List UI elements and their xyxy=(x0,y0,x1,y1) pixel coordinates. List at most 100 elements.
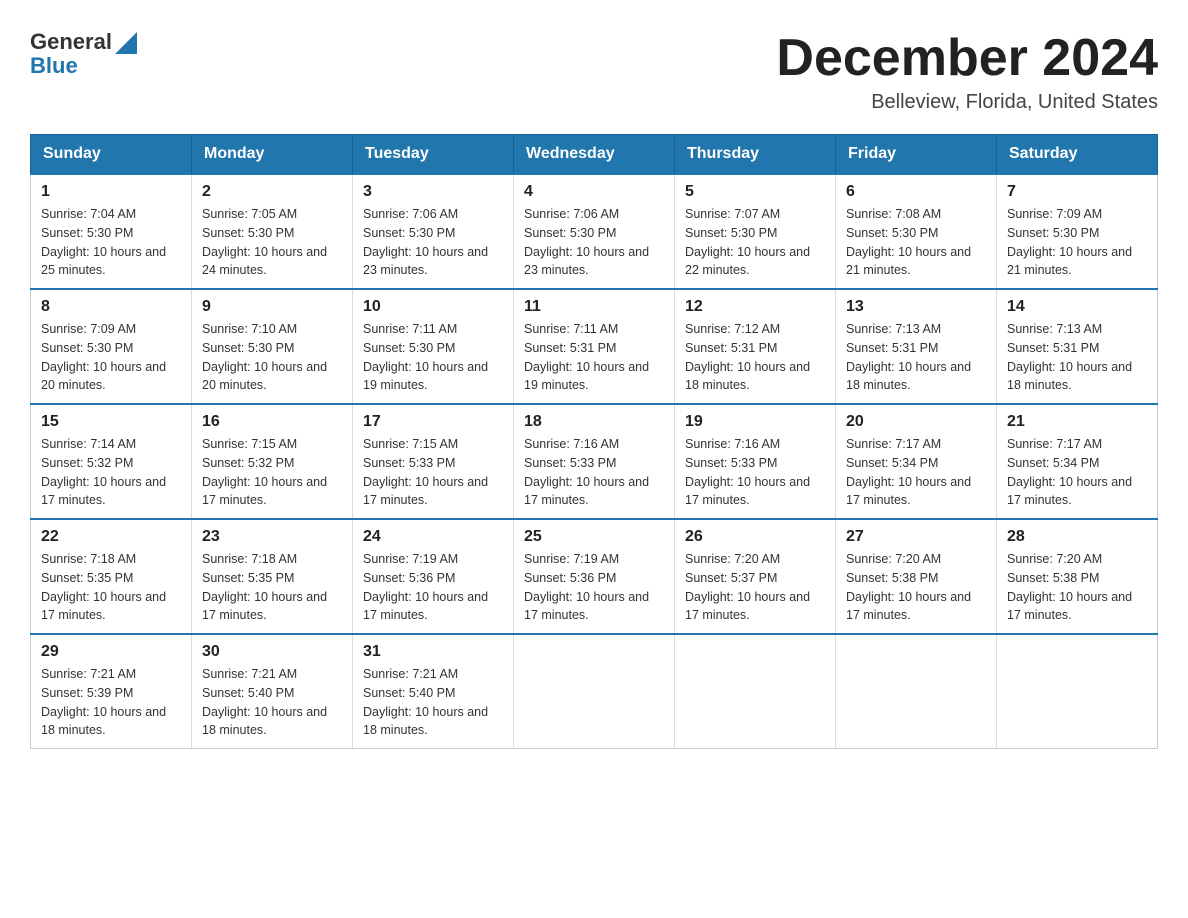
day-number: 14 xyxy=(1007,298,1147,316)
day-info: Sunrise: 7:09 AM Sunset: 5:30 PM Dayligh… xyxy=(1007,205,1147,280)
logo-text-general: General xyxy=(30,30,112,54)
calendar-cell: 1 Sunrise: 7:04 AM Sunset: 5:30 PM Dayli… xyxy=(31,174,192,289)
calendar-cell: 4 Sunrise: 7:06 AM Sunset: 5:30 PM Dayli… xyxy=(514,174,675,289)
calendar-cell: 10 Sunrise: 7:11 AM Sunset: 5:30 PM Dayl… xyxy=(353,289,514,404)
calendar-cell: 5 Sunrise: 7:07 AM Sunset: 5:30 PM Dayli… xyxy=(675,174,836,289)
day-info: Sunrise: 7:15 AM Sunset: 5:32 PM Dayligh… xyxy=(202,435,342,510)
calendar-cell: 26 Sunrise: 7:20 AM Sunset: 5:37 PM Dayl… xyxy=(675,519,836,634)
calendar-cell: 23 Sunrise: 7:18 AM Sunset: 5:35 PM Dayl… xyxy=(192,519,353,634)
day-info: Sunrise: 7:06 AM Sunset: 5:30 PM Dayligh… xyxy=(363,205,503,280)
col-header-wednesday: Wednesday xyxy=(514,135,675,175)
logo-triangle-icon xyxy=(115,32,137,54)
calendar-cell xyxy=(997,634,1158,749)
day-info: Sunrise: 7:21 AM Sunset: 5:40 PM Dayligh… xyxy=(363,665,503,740)
title-area: December 2024 Belleview, Florida, United… xyxy=(776,30,1158,114)
calendar-week-row: 15 Sunrise: 7:14 AM Sunset: 5:32 PM Dayl… xyxy=(31,404,1158,519)
day-info: Sunrise: 7:14 AM Sunset: 5:32 PM Dayligh… xyxy=(41,435,181,510)
day-info: Sunrise: 7:16 AM Sunset: 5:33 PM Dayligh… xyxy=(685,435,825,510)
month-title: December 2024 xyxy=(776,30,1158,87)
day-number: 19 xyxy=(685,413,825,431)
calendar-cell: 14 Sunrise: 7:13 AM Sunset: 5:31 PM Dayl… xyxy=(997,289,1158,404)
col-header-thursday: Thursday xyxy=(675,135,836,175)
calendar-cell: 30 Sunrise: 7:21 AM Sunset: 5:40 PM Dayl… xyxy=(192,634,353,749)
col-header-friday: Friday xyxy=(836,135,997,175)
day-number: 8 xyxy=(41,298,181,316)
day-number: 1 xyxy=(41,183,181,201)
day-number: 16 xyxy=(202,413,342,431)
day-info: Sunrise: 7:12 AM Sunset: 5:31 PM Dayligh… xyxy=(685,320,825,395)
day-number: 29 xyxy=(41,643,181,661)
calendar-cell: 7 Sunrise: 7:09 AM Sunset: 5:30 PM Dayli… xyxy=(997,174,1158,289)
calendar-week-row: 8 Sunrise: 7:09 AM Sunset: 5:30 PM Dayli… xyxy=(31,289,1158,404)
col-header-tuesday: Tuesday xyxy=(353,135,514,175)
day-info: Sunrise: 7:20 AM Sunset: 5:38 PM Dayligh… xyxy=(846,550,986,625)
location-text: Belleview, Florida, United States xyxy=(776,91,1158,114)
day-number: 6 xyxy=(846,183,986,201)
day-number: 13 xyxy=(846,298,986,316)
calendar-cell xyxy=(836,634,997,749)
calendar-cell: 9 Sunrise: 7:10 AM Sunset: 5:30 PM Dayli… xyxy=(192,289,353,404)
day-number: 27 xyxy=(846,528,986,546)
calendar-cell: 11 Sunrise: 7:11 AM Sunset: 5:31 PM Dayl… xyxy=(514,289,675,404)
calendar-cell: 24 Sunrise: 7:19 AM Sunset: 5:36 PM Dayl… xyxy=(353,519,514,634)
day-number: 5 xyxy=(685,183,825,201)
day-info: Sunrise: 7:13 AM Sunset: 5:31 PM Dayligh… xyxy=(1007,320,1147,395)
day-info: Sunrise: 7:09 AM Sunset: 5:30 PM Dayligh… xyxy=(41,320,181,395)
calendar-cell: 22 Sunrise: 7:18 AM Sunset: 5:35 PM Dayl… xyxy=(31,519,192,634)
day-number: 26 xyxy=(685,528,825,546)
day-info: Sunrise: 7:07 AM Sunset: 5:30 PM Dayligh… xyxy=(685,205,825,280)
day-info: Sunrise: 7:18 AM Sunset: 5:35 PM Dayligh… xyxy=(202,550,342,625)
calendar-table: SundayMondayTuesdayWednesdayThursdayFrid… xyxy=(30,134,1158,749)
calendar-cell xyxy=(675,634,836,749)
day-info: Sunrise: 7:13 AM Sunset: 5:31 PM Dayligh… xyxy=(846,320,986,395)
calendar-cell: 28 Sunrise: 7:20 AM Sunset: 5:38 PM Dayl… xyxy=(997,519,1158,634)
day-number: 20 xyxy=(846,413,986,431)
day-number: 9 xyxy=(202,298,342,316)
calendar-cell: 6 Sunrise: 7:08 AM Sunset: 5:30 PM Dayli… xyxy=(836,174,997,289)
day-info: Sunrise: 7:08 AM Sunset: 5:30 PM Dayligh… xyxy=(846,205,986,280)
calendar-cell: 18 Sunrise: 7:16 AM Sunset: 5:33 PM Dayl… xyxy=(514,404,675,519)
col-header-monday: Monday xyxy=(192,135,353,175)
col-header-saturday: Saturday xyxy=(997,135,1158,175)
day-number: 28 xyxy=(1007,528,1147,546)
calendar-week-row: 29 Sunrise: 7:21 AM Sunset: 5:39 PM Dayl… xyxy=(31,634,1158,749)
calendar-cell: 16 Sunrise: 7:15 AM Sunset: 5:32 PM Dayl… xyxy=(192,404,353,519)
day-info: Sunrise: 7:17 AM Sunset: 5:34 PM Dayligh… xyxy=(846,435,986,510)
calendar-cell: 29 Sunrise: 7:21 AM Sunset: 5:39 PM Dayl… xyxy=(31,634,192,749)
day-info: Sunrise: 7:15 AM Sunset: 5:33 PM Dayligh… xyxy=(363,435,503,510)
calendar-week-row: 1 Sunrise: 7:04 AM Sunset: 5:30 PM Dayli… xyxy=(31,174,1158,289)
day-number: 10 xyxy=(363,298,503,316)
day-info: Sunrise: 7:11 AM Sunset: 5:30 PM Dayligh… xyxy=(363,320,503,395)
day-info: Sunrise: 7:21 AM Sunset: 5:39 PM Dayligh… xyxy=(41,665,181,740)
page-header: General Blue December 2024 Belleview, Fl… xyxy=(30,30,1158,114)
calendar-cell: 12 Sunrise: 7:12 AM Sunset: 5:31 PM Dayl… xyxy=(675,289,836,404)
day-number: 18 xyxy=(524,413,664,431)
calendar-week-row: 22 Sunrise: 7:18 AM Sunset: 5:35 PM Dayl… xyxy=(31,519,1158,634)
day-info: Sunrise: 7:04 AM Sunset: 5:30 PM Dayligh… xyxy=(41,205,181,280)
calendar-cell: 13 Sunrise: 7:13 AM Sunset: 5:31 PM Dayl… xyxy=(836,289,997,404)
day-number: 22 xyxy=(41,528,181,546)
day-info: Sunrise: 7:18 AM Sunset: 5:35 PM Dayligh… xyxy=(41,550,181,625)
calendar-cell xyxy=(514,634,675,749)
day-number: 17 xyxy=(363,413,503,431)
day-info: Sunrise: 7:19 AM Sunset: 5:36 PM Dayligh… xyxy=(363,550,503,625)
day-number: 7 xyxy=(1007,183,1147,201)
day-number: 24 xyxy=(363,528,503,546)
calendar-cell: 3 Sunrise: 7:06 AM Sunset: 5:30 PM Dayli… xyxy=(353,174,514,289)
day-info: Sunrise: 7:19 AM Sunset: 5:36 PM Dayligh… xyxy=(524,550,664,625)
logo-text-blue: Blue xyxy=(30,54,78,78)
calendar-cell: 25 Sunrise: 7:19 AM Sunset: 5:36 PM Dayl… xyxy=(514,519,675,634)
day-info: Sunrise: 7:06 AM Sunset: 5:30 PM Dayligh… xyxy=(524,205,664,280)
day-number: 3 xyxy=(363,183,503,201)
day-info: Sunrise: 7:20 AM Sunset: 5:37 PM Dayligh… xyxy=(685,550,825,625)
logo: General Blue xyxy=(30,30,137,78)
day-info: Sunrise: 7:20 AM Sunset: 5:38 PM Dayligh… xyxy=(1007,550,1147,625)
calendar-cell: 19 Sunrise: 7:16 AM Sunset: 5:33 PM Dayl… xyxy=(675,404,836,519)
day-info: Sunrise: 7:11 AM Sunset: 5:31 PM Dayligh… xyxy=(524,320,664,395)
day-number: 23 xyxy=(202,528,342,546)
day-number: 30 xyxy=(202,643,342,661)
day-number: 15 xyxy=(41,413,181,431)
day-number: 4 xyxy=(524,183,664,201)
calendar-cell: 8 Sunrise: 7:09 AM Sunset: 5:30 PM Dayli… xyxy=(31,289,192,404)
day-info: Sunrise: 7:16 AM Sunset: 5:33 PM Dayligh… xyxy=(524,435,664,510)
